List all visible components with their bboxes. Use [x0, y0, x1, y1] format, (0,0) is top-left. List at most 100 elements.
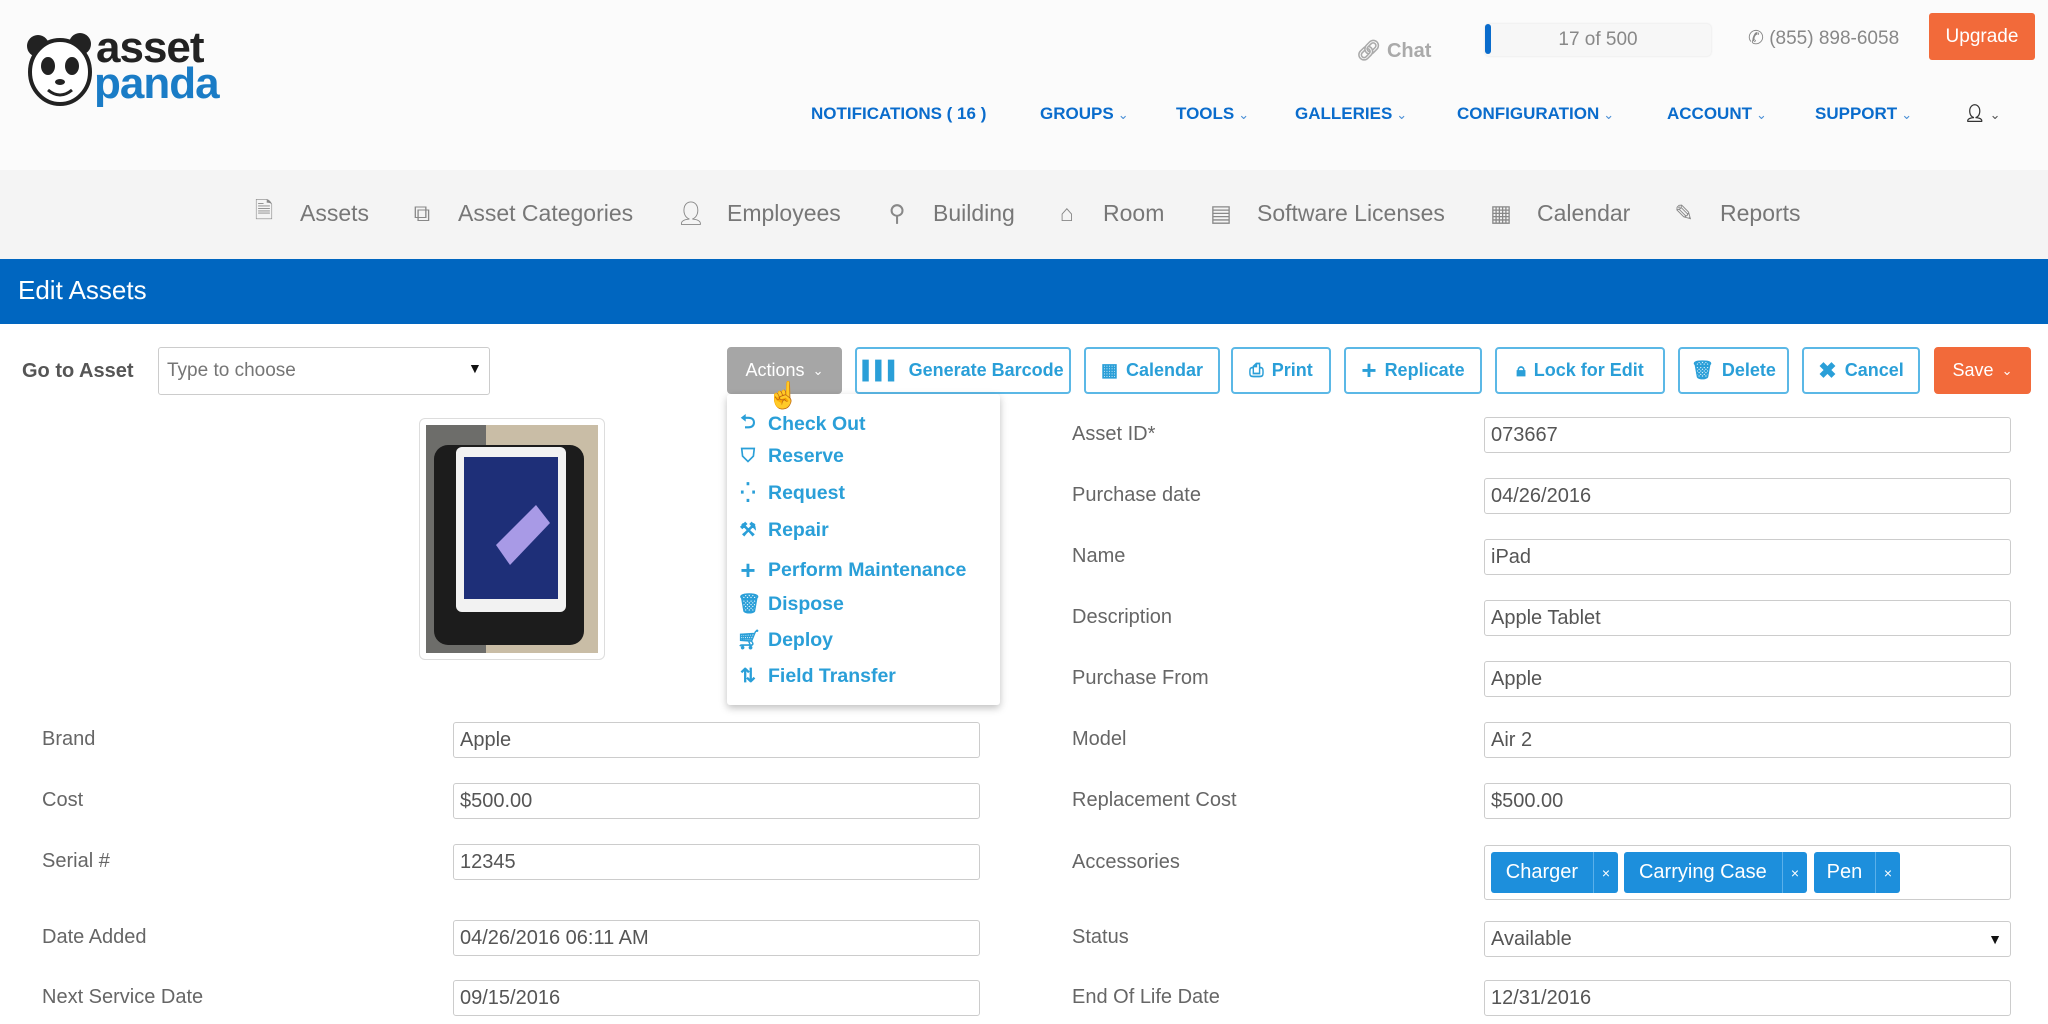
end-of-life-label: End Of Life Date — [1072, 986, 1220, 1008]
nav-label: SUPPORT — [1815, 104, 1898, 123]
chat-icon: 🔗︎ — [1356, 40, 1382, 62]
nav-label: TOOLS — [1176, 104, 1235, 123]
menu-label: Perform Maintenance — [768, 559, 967, 581]
menu-item-perform-maintenance[interactable]: + Perform Maintenance — [737, 555, 966, 586]
phone-number: ✆ (855) 898-6058 — [1748, 27, 1899, 50]
user-menu[interactable]: 👤︎ ⌄ — [1964, 104, 2001, 124]
module-label: Software Licenses — [1257, 199, 1445, 226]
brand-label: Brand — [42, 728, 96, 750]
calendar-icon: ▦ — [1100, 360, 1118, 380]
delete-button[interactable]: 🗑︎ Delete — [1678, 347, 1789, 394]
purchase-date-input[interactable] — [1484, 478, 2011, 514]
purchase-from-input[interactable] — [1484, 661, 2011, 697]
replacement-cost-input[interactable] — [1484, 783, 2011, 819]
chevron-down-icon: ⌄ — [1603, 107, 1615, 122]
button-label: Generate Barcode — [908, 360, 1064, 380]
go-to-asset-select[interactable] — [158, 347, 490, 395]
nav-label: GROUPS — [1040, 104, 1114, 123]
module-employees[interactable]: 👤︎ Employees — [676, 198, 840, 228]
title-bar — [0, 259, 2048, 324]
module-reports[interactable]: ✎ Reports — [1670, 198, 1800, 228]
module-calendar[interactable]: ▦ Calendar — [1487, 198, 1630, 228]
chevron-down-icon: ⌄ — [812, 362, 824, 378]
document-icon: 🗎 — [254, 196, 274, 223]
nav-notifications[interactable]: NOTIFICATIONS ( 16 ) — [811, 104, 986, 124]
status-value: Available — [1491, 928, 1572, 950]
lock-for-edit-button[interactable]: 🔒︎ Lock for Edit — [1495, 347, 1665, 394]
map-marker-icon: ⚲ — [888, 199, 906, 226]
status-select[interactable]: Available ▼ — [1484, 921, 2011, 957]
accessories-tag-input[interactable]: Charger × Carrying Case × Pen × — [1484, 845, 2011, 900]
model-input[interactable] — [1484, 722, 2011, 758]
replicate-button[interactable]: + Replicate — [1344, 347, 1482, 394]
menu-item-repair[interactable]: ⚒ Repair — [737, 519, 828, 542]
remove-tag-icon[interactable]: × — [1592, 852, 1618, 893]
nav-account[interactable]: ACCOUNT ⌄ — [1667, 104, 1767, 124]
nav-tools[interactable]: TOOLS ⌄ — [1176, 104, 1249, 124]
accessories-label: Accessories — [1072, 851, 1180, 873]
module-asset-categories[interactable]: ⧉ Asset Categories — [408, 198, 633, 228]
date-added-input[interactable] — [453, 920, 980, 956]
nav-groups[interactable]: GROUPS ⌄ — [1040, 104, 1129, 124]
menu-label: Field Transfer — [768, 665, 896, 687]
asset-panda-logo[interactable]: asset panda — [24, 26, 234, 110]
nav-galleries[interactable]: GALLERIES ⌄ — [1295, 104, 1407, 124]
module-assets[interactable]: 🗎 Assets — [250, 196, 369, 228]
nav-label: GALLERIES — [1295, 104, 1393, 123]
menu-item-dispose[interactable]: 🗑︎ Dispose — [737, 592, 844, 616]
generate-barcode-button[interactable]: ▌▌▌ Generate Barcode — [855, 347, 1071, 394]
menu-item-deploy[interactable]: 🛒︎ Deploy — [737, 628, 833, 652]
lock-icon: 🔒︎ — [1516, 360, 1526, 380]
serial-input[interactable] — [453, 844, 980, 880]
tools-icon: ⚒ — [739, 520, 757, 541]
upgrade-button[interactable]: Upgrade — [1929, 13, 2035, 60]
save-button[interactable]: Save ⌄ — [1934, 347, 2031, 394]
ipad-photo-image — [426, 425, 598, 653]
asset-id-input[interactable] — [1484, 417, 2011, 453]
person-icon: 👤︎ — [676, 199, 706, 226]
user-icon: 👤︎ — [1964, 104, 1986, 123]
print-button[interactable]: ⎙ Print — [1231, 347, 1331, 394]
asset-photo[interactable] — [419, 418, 605, 660]
logo-text-panda: panda — [94, 59, 220, 108]
brand-input[interactable] — [453, 722, 980, 758]
module-software-licenses[interactable]: ▤ Software Licenses — [1207, 198, 1445, 228]
purchase-from-label: Purchase From — [1072, 667, 1209, 689]
cancel-button[interactable]: ✖ Cancel — [1802, 347, 1920, 394]
license-icon: ▤ — [1210, 199, 1232, 226]
calendar-button[interactable]: ▦ Calendar — [1084, 347, 1220, 394]
nav-label: ACCOUNT — [1667, 104, 1752, 123]
description-input[interactable] — [1484, 600, 2011, 636]
print-icon: ⎙ — [1249, 360, 1264, 380]
chat-label: Chat — [1386, 40, 1432, 62]
tag-label: Carrying Case — [1638, 861, 1767, 883]
nav-configuration[interactable]: CONFIGURATION ⌄ — [1457, 104, 1614, 124]
module-label: Asset Categories — [458, 199, 634, 226]
tag-carrying-case: Carrying Case × — [1624, 852, 1807, 893]
name-input[interactable] — [1484, 539, 2011, 575]
menu-item-check-out[interactable]: ⮌ Check Out — [737, 408, 866, 440]
description-label: Description — [1072, 606, 1173, 628]
chat-link[interactable]: 🔗︎ Chat — [1356, 38, 1431, 63]
module-building[interactable]: ⚲ Building — [883, 198, 1015, 228]
nav-support[interactable]: SUPPORT ⌄ — [1815, 104, 1912, 124]
page-title: Edit Assets — [18, 275, 147, 305]
model-label: Model — [1072, 728, 1127, 750]
menu-item-field-transfer[interactable]: ⇅ Field Transfer — [737, 665, 896, 688]
chevron-down-icon: ⌄ — [1117, 107, 1129, 122]
edit-icon: ✎ — [1674, 199, 1694, 226]
remove-tag-icon[interactable]: × — [1781, 852, 1807, 893]
menu-label: Check Out — [768, 412, 866, 435]
remove-tag-icon[interactable]: × — [1874, 852, 1900, 893]
shield-icon: ⛉ — [740, 445, 756, 467]
barcode-icon: ▌▌▌ — [862, 360, 901, 380]
phone-text: (855) 898-6058 — [1769, 28, 1900, 49]
hand-cursor-icon: ☝ — [767, 380, 800, 410]
cost-input[interactable] — [453, 783, 980, 819]
usage-text: 17 of 500 — [1558, 29, 1638, 50]
module-room[interactable]: ⌂ Room — [1053, 198, 1164, 228]
next-service-date-input[interactable] — [453, 980, 980, 1016]
menu-item-request[interactable]: ⁛ Request — [737, 482, 845, 505]
end-of-life-input[interactable] — [1484, 980, 2011, 1016]
menu-item-reserve[interactable]: ⛉ Reserve — [737, 445, 844, 468]
